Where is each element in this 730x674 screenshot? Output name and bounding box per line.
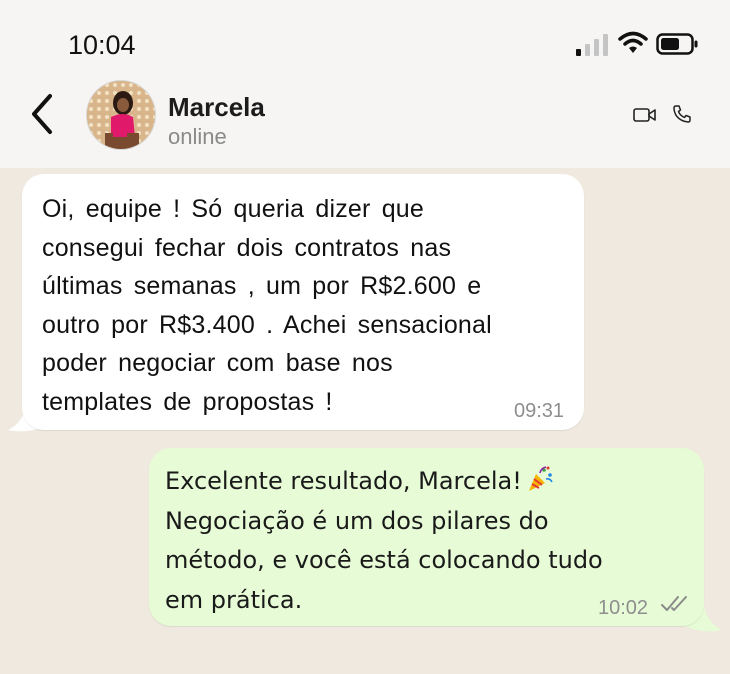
message-line: Excelente resultado, Marcela! (165, 467, 522, 495)
message-line: poder negociar com base nos (42, 349, 393, 377)
double-check-icon (661, 596, 687, 611)
phone-icon[interactable] (672, 104, 692, 124)
battery-icon (656, 33, 698, 55)
chat-header: 10:04 Marcela online (0, 0, 730, 168)
back-chevron-icon[interactable] (26, 92, 60, 136)
avatar-photo (87, 81, 155, 149)
video-call-icon[interactable] (633, 106, 657, 124)
message-line: Negociação é um dos pilares do (165, 506, 549, 535)
message-line-with-emoji: Excelente resultado, Marcela! (165, 462, 685, 502)
message-line: últimas semanas , um por R$2.600 e (42, 272, 482, 300)
message-line: outro por R$3.400 . Achei sensacional (42, 310, 492, 339)
status-time: 10:04 (68, 30, 136, 60)
message-line: Oi, equipe ! Só queria dizer que (42, 195, 425, 223)
message-line: método, e você está colocando tudo (165, 546, 603, 574)
incoming-message-time: 09:31 (514, 400, 565, 422)
avatar[interactable] (86, 80, 156, 150)
message-line: consegui fechar dois contratos nas (42, 233, 452, 262)
outgoing-message-time: 10:02 (598, 597, 649, 619)
incoming-message-text: Oi, equipe ! Só queria dizer que consegu… (42, 190, 552, 421)
cellular-signal-icon (576, 34, 608, 56)
party-popper-icon (528, 466, 553, 491)
contact-name[interactable]: Marcela (168, 92, 265, 123)
wifi-icon (618, 31, 648, 53)
contact-status: online (168, 124, 227, 149)
message-line: templates de propostas ! (42, 387, 333, 416)
